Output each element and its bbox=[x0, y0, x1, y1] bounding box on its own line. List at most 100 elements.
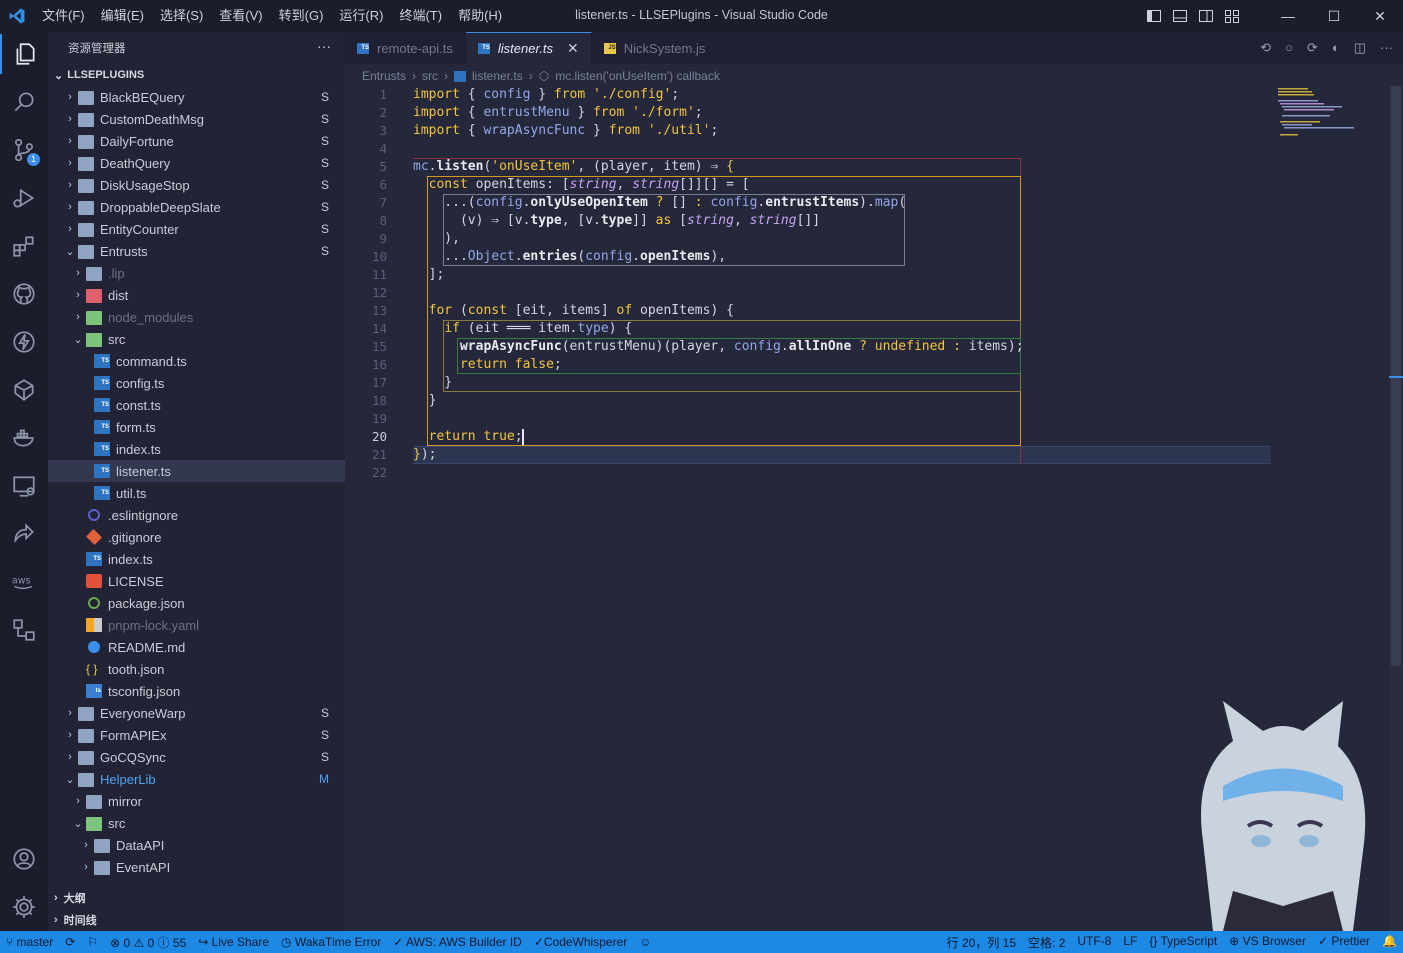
tree-file[interactable]: package.json bbox=[48, 592, 345, 614]
breadcrumb-item[interactable]: src bbox=[422, 69, 438, 83]
search-icon[interactable] bbox=[0, 82, 48, 122]
tree-folder[interactable]: › EveryoneWarp S bbox=[48, 702, 345, 724]
toggle-panel-icon[interactable] bbox=[1167, 0, 1193, 32]
live-share-item[interactable]: ↪ Live Share bbox=[192, 935, 275, 949]
tree-folder[interactable]: › dist bbox=[48, 284, 345, 306]
tree-file[interactable]: TS util.ts bbox=[48, 482, 345, 504]
problems-item[interactable]: ⊗ 0 ⚠ 0 ⓘ 55 bbox=[104, 934, 192, 951]
tree-folder[interactable]: ⌄ src bbox=[48, 812, 345, 834]
notifications-bell-icon[interactable]: 🔔 bbox=[1376, 934, 1403, 951]
tab-listener[interactable]: TS listener.ts ✕ bbox=[465, 32, 592, 64]
timeline-section[interactable]: › 时间线 bbox=[48, 909, 345, 931]
maximize-icon[interactable]: ☐ bbox=[1311, 0, 1357, 32]
language-mode[interactable]: {} TypeScript bbox=[1143, 934, 1223, 951]
aws-icon[interactable]: aws bbox=[0, 562, 48, 602]
menu-item[interactable]: 编辑(E) bbox=[93, 0, 152, 32]
tree-folder[interactable]: › DeathQuery S bbox=[48, 152, 345, 174]
codewhisperer-item[interactable]: ✓CodeWhisperer bbox=[528, 935, 633, 949]
project-header[interactable]: ⌄ LLSEPLUGINS bbox=[48, 64, 345, 86]
tab-nicksystem[interactable]: JS NickSystem.js bbox=[592, 32, 719, 64]
cursor-position[interactable]: 行 20，列 15 bbox=[941, 934, 1022, 951]
tree-file[interactable]: README.md bbox=[48, 636, 345, 658]
explorer-icon[interactable] bbox=[0, 34, 48, 74]
go-forward-icon[interactable]: ○ bbox=[1285, 40, 1293, 56]
tree-folder[interactable]: › DiskUsageStop S bbox=[48, 174, 345, 196]
tree-file[interactable]: { } tooth.json bbox=[48, 658, 345, 680]
feedback-icon[interactable]: ☺ bbox=[633, 935, 657, 949]
customize-layout-icon[interactable] bbox=[1219, 0, 1245, 32]
tree-file[interactable]: TS listener.ts bbox=[48, 460, 345, 482]
github-icon[interactable] bbox=[0, 274, 48, 314]
menu-item[interactable]: 帮助(H) bbox=[450, 0, 510, 32]
run-debug-icon[interactable] bbox=[0, 178, 48, 218]
vscode-logo-icon[interactable] bbox=[0, 0, 34, 32]
remote-window-icon[interactable] bbox=[0, 466, 48, 506]
hierarchy-icon[interactable] bbox=[0, 610, 48, 650]
close-window-icon[interactable]: ✕ bbox=[1357, 0, 1403, 32]
prettier-item[interactable]: ✓ Prettier bbox=[1312, 934, 1376, 951]
tree-folder[interactable]: ⌄ Entrusts S bbox=[48, 240, 345, 262]
menu-item[interactable]: 运行(R) bbox=[331, 0, 391, 32]
breadcrumb-item[interactable]: listener.ts bbox=[472, 69, 523, 83]
aws-item[interactable]: ✓ AWS: AWS Builder ID bbox=[387, 935, 528, 949]
tree-folder[interactable]: ⌄ HelperLib M bbox=[48, 768, 345, 790]
tree-folder[interactable]: › EventAPI bbox=[48, 856, 345, 878]
tree-folder[interactable]: › mirror bbox=[48, 790, 345, 812]
split-editor-icon[interactable]: ◫ bbox=[1354, 40, 1366, 56]
extensions-icon[interactable] bbox=[0, 226, 48, 266]
live-share-icon[interactable] bbox=[0, 514, 48, 554]
timeline-icon[interactable]: ◐ bbox=[1332, 40, 1340, 56]
go-back-icon[interactable]: ⟲ bbox=[1260, 40, 1271, 56]
menu-item[interactable]: 转到(G) bbox=[271, 0, 332, 32]
tree-file[interactable]: .eslintignore bbox=[48, 504, 345, 526]
tree-folder[interactable]: › node_modules bbox=[48, 306, 345, 328]
tree-file[interactable]: LICENSE bbox=[48, 570, 345, 592]
tree-file[interactable]: ts tsconfig.json bbox=[48, 680, 345, 702]
tree-file[interactable]: .gitignore bbox=[48, 526, 345, 548]
tree-folder[interactable]: ⌄ src bbox=[48, 328, 345, 350]
toggle-secondary-sidebar-icon[interactable] bbox=[1193, 0, 1219, 32]
minimize-icon[interactable]: — bbox=[1265, 0, 1311, 32]
next-change-icon[interactable]: ⟳ bbox=[1307, 40, 1318, 56]
breadcrumb-item[interactable]: mc.listen('onUseItem') callback bbox=[555, 69, 720, 83]
minimap[interactable] bbox=[1278, 86, 1358, 136]
tree-file[interactable]: TS form.ts bbox=[48, 416, 345, 438]
wakatime-item[interactable]: ◷ WakaTime Error bbox=[275, 935, 387, 949]
tree-file[interactable]: pnpm-lock.yaml bbox=[48, 614, 345, 636]
vs-browser-item[interactable]: ⊕ VS Browser bbox=[1223, 934, 1312, 951]
tree-folder[interactable]: › .lip bbox=[48, 262, 345, 284]
menu-item[interactable]: 查看(V) bbox=[211, 0, 270, 32]
encoding[interactable]: UTF-8 bbox=[1071, 934, 1117, 951]
source-control-icon[interactable] bbox=[0, 130, 48, 170]
menu-item[interactable]: 文件(F) bbox=[34, 0, 93, 32]
tree-file[interactable]: TS const.ts bbox=[48, 394, 345, 416]
publish-icon[interactable]: ⚐ bbox=[81, 935, 104, 949]
tree-folder[interactable]: › DroppableDeepSlate S bbox=[48, 196, 345, 218]
menu-item[interactable]: 选择(S) bbox=[152, 0, 211, 32]
docker-icon[interactable] bbox=[0, 418, 48, 458]
close-tab-icon[interactable]: ✕ bbox=[567, 40, 579, 57]
tree-file[interactable]: TS index.ts bbox=[48, 548, 345, 570]
tree-folder[interactable]: › DataAPI bbox=[48, 834, 345, 856]
tab-remote-api[interactable]: TS remote-api.ts bbox=[345, 32, 466, 64]
sync-icon[interactable]: ⟳ bbox=[59, 935, 81, 949]
breadcrumb-item[interactable]: Entrusts bbox=[362, 69, 406, 83]
tree-folder[interactable]: › CustomDeathMsg S bbox=[48, 108, 345, 130]
code-editor[interactable]: 1 import { config } from './config'; 2 impo… bbox=[345, 86, 1403, 506]
tree-folder[interactable]: › BlackBEQuery S bbox=[48, 86, 345, 108]
tree-file[interactable]: TS index.ts bbox=[48, 438, 345, 460]
indentation[interactable]: 空格: 2 bbox=[1022, 934, 1071, 951]
menu-item[interactable]: 终端(T) bbox=[391, 0, 450, 32]
tree-folder[interactable]: › DailyFortune S bbox=[48, 130, 345, 152]
tree-folder[interactable]: › FormAPIEx S bbox=[48, 724, 345, 746]
tree-folder[interactable]: › EntityCounter S bbox=[48, 218, 345, 240]
tree-file[interactable]: TS command.ts bbox=[48, 350, 345, 372]
line-ending[interactable]: LF bbox=[1117, 934, 1143, 951]
settings-gear-icon[interactable] bbox=[0, 887, 48, 927]
outline-section[interactable]: › 大纲 bbox=[48, 887, 345, 909]
tree-file[interactable]: TS config.ts bbox=[48, 372, 345, 394]
branch-item[interactable]: ⑂ master bbox=[0, 935, 59, 949]
remote-explorer-icon[interactable] bbox=[0, 370, 48, 410]
explorer-more-icon[interactable]: ··· bbox=[317, 38, 331, 54]
thunder-client-icon[interactable] bbox=[0, 322, 48, 362]
